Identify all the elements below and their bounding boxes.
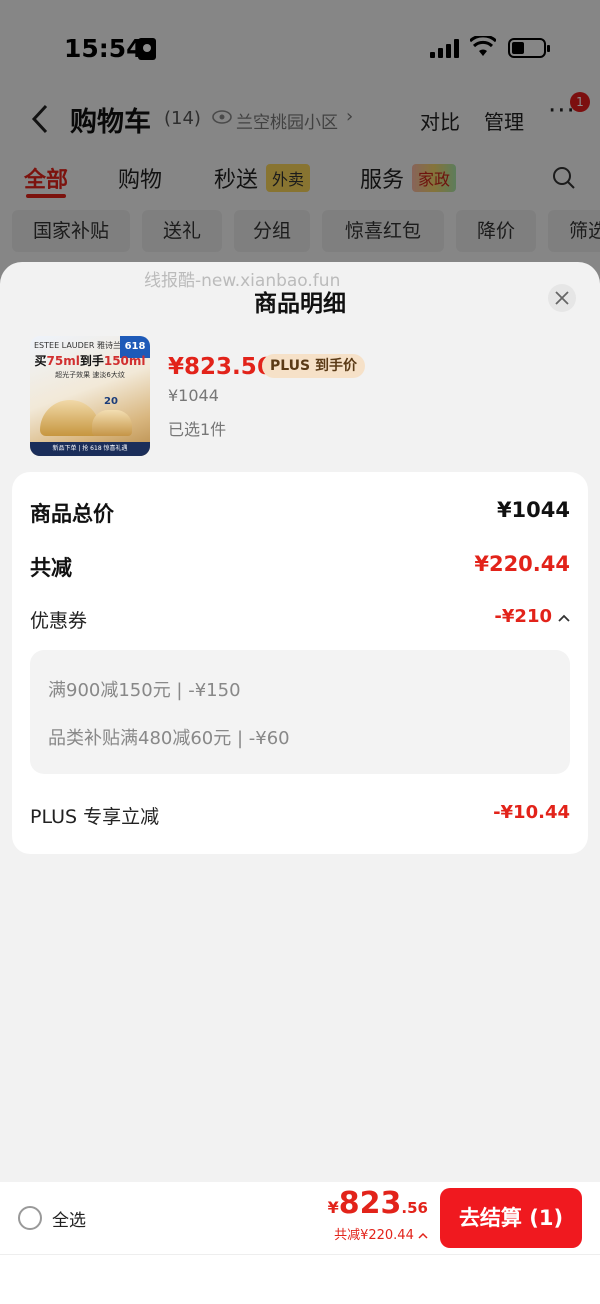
thumb-footer: 新品下单 | 抢 618 惊喜礼遇 xyxy=(30,442,150,456)
total-value: ¥1044 xyxy=(496,498,570,522)
select-all-checkbox[interactable] xyxy=(18,1206,42,1230)
product-image[interactable]: ESTEE LAUDER 雅诗兰黛 618 买75ml到手150ml 超光子效果… xyxy=(30,336,150,456)
coupon-value-wrap: -¥210 xyxy=(494,606,570,627)
reduction-row: 共减 ¥220.44 xyxy=(30,552,570,582)
plus-price-tag: PLUS 到手价 xyxy=(262,354,366,378)
price-breakdown-card: 商品总价 ¥1044 共减 ¥220.44 优惠券 -¥210 满900减150… xyxy=(12,472,588,854)
item-detail-sheet: 线报酷-new.xianbao.fun 商品明细 ESTEE LAUDER 雅诗… xyxy=(0,262,600,1304)
total-row: 商品总价 ¥1044 xyxy=(30,498,570,528)
chevron-up-icon[interactable] xyxy=(558,614,570,622)
thumb-brand: ESTEE LAUDER 雅诗兰黛 xyxy=(34,341,129,350)
reduction-value: ¥220.44 xyxy=(474,552,570,576)
sheet-title: 商品明细 xyxy=(254,291,346,317)
coupon-item: 满900减150元 | -¥150 xyxy=(48,680,241,701)
product-jar-large xyxy=(40,400,100,436)
plus-discount-value: -¥10.44 xyxy=(493,802,570,823)
total-label: 商品总价 xyxy=(30,502,114,526)
coupon-details: 满900减150元 | -¥150 品类补贴满480减60元 | -¥60 xyxy=(30,650,570,774)
product-price: ¥823.56 xyxy=(168,354,273,380)
plus-discount-row: PLUS 专享立减 -¥10.44 xyxy=(30,802,570,830)
checkout-button[interactable]: 去结算 (1) xyxy=(440,1188,582,1248)
thumb-headline: 买75ml到手150ml xyxy=(34,354,146,368)
checkout-bar: 全选 ¥823.56 共减¥220.44 去结算 (1) xyxy=(0,1182,600,1254)
coupon-value: -¥210 xyxy=(494,606,552,627)
thumb-offer: 20 xyxy=(104,396,118,407)
thumb-subtitle: 超光子效果 速淡6大纹 xyxy=(55,371,125,379)
plus-discount-label: PLUS 专享立减 xyxy=(30,806,160,828)
selected-count: 已选1件 xyxy=(168,420,227,439)
select-all-label[interactable]: 全选 xyxy=(52,1206,86,1231)
product-jar-small xyxy=(92,410,132,436)
modal-overlay[interactable] xyxy=(0,0,600,290)
coupon-label: 优惠券 xyxy=(30,610,88,632)
coupon-item: 品类补贴满480减60元 | -¥60 xyxy=(48,728,290,749)
reduction-label: 共减 xyxy=(30,556,72,580)
coupon-row[interactable]: 优惠券 -¥210 xyxy=(30,606,570,634)
close-button[interactable] xyxy=(548,284,576,312)
chevron-up-icon xyxy=(418,1232,428,1239)
total-reduction-toggle[interactable]: 共减¥220.44 xyxy=(334,1224,428,1243)
home-indicator-area xyxy=(0,1254,600,1304)
total-price: ¥823.56 xyxy=(327,1186,428,1221)
close-icon xyxy=(555,291,569,305)
original-price: ¥1044 xyxy=(168,386,219,405)
